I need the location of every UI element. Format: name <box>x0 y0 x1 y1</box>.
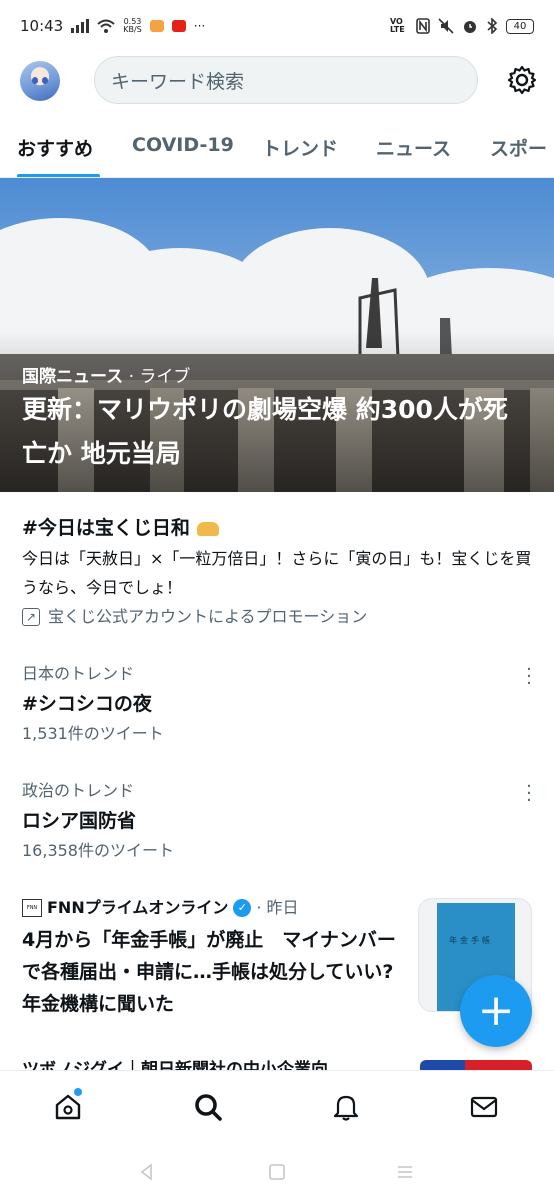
news-title: 4月から「年金手帳」が廃止 マイナンバーで各種届出・申請に…手帳は処分していい?… <box>22 929 396 1015</box>
more-options-icon[interactable]: · · · <box>524 778 534 810</box>
signal-icon <box>71 19 90 33</box>
tab-trends[interactable]: トレンド <box>262 134 338 161</box>
gear-icon[interactable] <box>506 64 538 96</box>
promo-tag-text: 宝くじ公式アカウントによるプロモーション <box>48 607 368 626</box>
bluetooth-icon <box>487 18 498 34</box>
tab-covid19[interactable]: COVID-19 <box>132 134 234 156</box>
system-nav-bar <box>0 1142 554 1200</box>
promo-title: #今日は宝くじ日和 <box>22 517 190 539</box>
trend-name: ロシア国防省 <box>22 810 137 832</box>
tab-news[interactable]: ニュース <box>376 134 451 161</box>
status-bar: 10:43 0.53 KB/S ··· VO LTE 40 <box>0 0 554 52</box>
trend-count: 16,358件のツイート <box>22 841 174 860</box>
status-left: 10:43 0.53 KB/S ··· <box>20 17 205 35</box>
news-separator: · <box>256 898 262 917</box>
back-icon[interactable] <box>137 1162 157 1182</box>
trend-category: 政治のトレンド <box>22 781 135 800</box>
net-speed: 0.53 KB/S <box>123 17 142 34</box>
category-tabs: おすすめ COVID-19 トレンド ニュース スポー <box>0 110 554 178</box>
more-notifications: ··· <box>193 19 206 33</box>
volte-label: VO LTE <box>390 17 405 34</box>
app-notification-icon <box>149 20 164 32</box>
search-input[interactable]: キーワード検索 <box>94 56 478 104</box>
hero-separator: · <box>128 367 134 387</box>
promo-title-row: #今日は宝くじ日和 <box>22 512 537 544</box>
nfc-icon <box>416 18 430 34</box>
clock: 10:43 <box>20 17 64 35</box>
trend-name: #シコシコの夜 <box>22 693 152 715</box>
search-placeholder: キーワード検索 <box>111 70 245 93</box>
recents-icon[interactable] <box>395 1162 415 1182</box>
news-source: FNNプライムオンライン <box>47 898 229 917</box>
tab-sports[interactable]: スポー <box>490 134 547 161</box>
bell-icon[interactable] <box>330 1091 362 1123</box>
hero-status: ライブ <box>139 367 191 387</box>
avatar[interactable] <box>20 61 60 101</box>
more-options-icon[interactable]: · · · <box>524 661 534 693</box>
status-right: VO LTE 40 <box>390 18 534 34</box>
trend-item[interactable]: 政治のトレンド ロシア国防省 16,358件のツイート · · · <box>22 777 534 865</box>
home-square-icon[interactable] <box>267 1162 287 1182</box>
trend-count: 1,531件のツイート <box>22 724 164 743</box>
mail-icon[interactable] <box>468 1091 500 1123</box>
lottery-emoji-icon <box>196 521 219 536</box>
bottom-nav <box>0 1070 554 1142</box>
youtube-icon <box>171 20 186 32</box>
compose-button[interactable]: + <box>460 975 532 1047</box>
news-time: 昨日 <box>266 898 299 917</box>
battery-icon: 40 <box>506 18 534 34</box>
trend-category: 日本のトレンド <box>22 664 135 683</box>
trend-item[interactable]: 日本のトレンド #シコシコの夜 1,531件のツイート · · · <box>22 660 534 748</box>
hero-title: 更新：マリウポリの劇場空爆 約300人が死亡か 地元当局 <box>22 395 508 468</box>
promoted-trend[interactable]: #今日は宝くじ日和 今日は「天赦日」×「一粒万倍日」！さらに「寅の日」も！宝くじ… <box>22 512 537 632</box>
hero-card[interactable]: 国際ニュース · ライブ 更新：マリウポリの劇場空爆 約300人が死亡か 地元当… <box>0 178 554 492</box>
search-icon[interactable] <box>192 1091 224 1123</box>
thumb-text: 年金手帳 <box>449 936 493 945</box>
promo-tag: ↗ 宝くじ公式アカウントによるプロモーション <box>22 602 537 632</box>
top-header: キーワード検索 <box>0 52 554 110</box>
hero-meta: 国際ニュース · ライブ <box>22 362 190 387</box>
wifi-icon <box>97 19 115 33</box>
verified-icon: ✓ <box>233 899 252 917</box>
promoted-arrow-icon: ↗ <box>22 608 40 626</box>
home-notification-dot <box>74 1088 82 1096</box>
fnn-logo-icon: FNN <box>22 899 42 917</box>
hero-category: 国際ニュース <box>22 367 124 387</box>
promo-body: 今日は「天赦日」×「一粒万倍日」！さらに「寅の日」も！宝くじを買うなら、今日でし… <box>22 549 532 597</box>
tab-recommended[interactable]: おすすめ <box>17 134 93 161</box>
alarm-icon <box>464 21 476 33</box>
mute-icon <box>438 18 454 34</box>
